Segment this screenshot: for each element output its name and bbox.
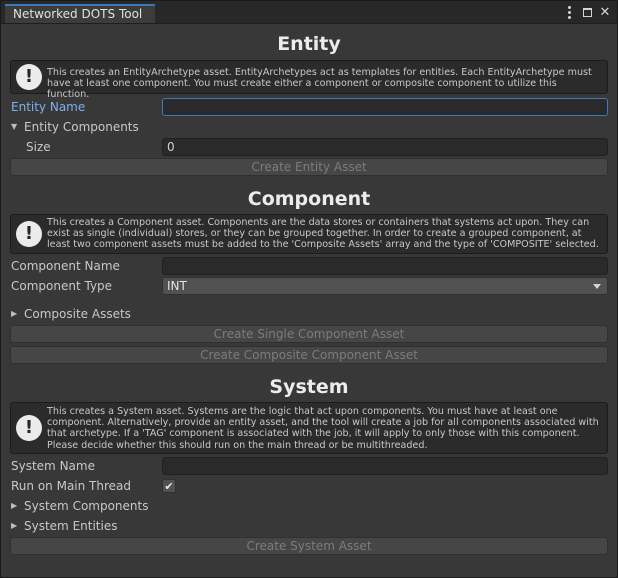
system-help-text: This creates a System asset. Systems are… [47,406,599,451]
foldout-collapsed-icon: ▶ [11,521,18,530]
entity-components-size-input[interactable]: 0 [162,138,608,156]
entity-name-label: Entity Name [11,100,86,114]
create-single-component-asset-button[interactable]: Create Single Component Asset [10,325,608,343]
foldout-expanded-icon: ▼ [11,122,18,131]
foldout-collapsed-icon: ▶ [11,501,18,510]
entity-heading: Entity [277,33,341,55]
create-composite-component-asset-button[interactable]: Create Composite Component Asset [10,346,608,364]
entity-help-text: This creates an EntityArchetype asset. E… [47,67,592,101]
component-type-value: INT [167,279,187,293]
component-name-label: Component Name [11,259,120,273]
system-name-label: System Name [11,459,95,473]
entity-components-foldout[interactable]: ▼ Entity Components [11,118,139,136]
tool-content: Entity ! This creates an EntityArchetype… [1,24,617,577]
close-icon[interactable]: ✕ [599,4,611,20]
foldout-collapsed-icon: ▶ [11,309,18,318]
run-on-main-thread-checkbox[interactable]: ✔ [162,479,176,493]
entity-components-size-label: Size [26,140,51,154]
composite-assets-label: Composite Assets [24,307,131,321]
run-on-main-thread-label: Run on Main Thread [11,479,132,493]
create-system-asset-button[interactable]: Create System Asset [10,537,608,555]
checkmark-icon: ✔ [164,479,174,493]
tab-networked-dots-tool[interactable]: Networked DOTS Tool [5,4,155,23]
component-type-dropdown[interactable]: INT [162,277,608,295]
system-heading: System [269,376,349,398]
entity-components-label: Entity Components [24,120,139,134]
warning-icon: ! [16,64,42,90]
system-components-foldout[interactable]: ▶ System Components [11,497,148,515]
system-name-input[interactable] [162,457,608,475]
window-controls: ✕ [563,4,611,20]
maximize-icon[interactable] [581,4,593,20]
component-name-input[interactable] [162,257,608,275]
kebab-menu-icon[interactable] [563,4,575,20]
warning-icon: ! [16,415,42,441]
warning-icon: ! [16,221,42,247]
component-type-label: Component Type [11,279,113,293]
system-entities-foldout[interactable]: ▶ System Entities [11,517,117,535]
component-heading: Component [247,188,371,210]
create-entity-asset-button[interactable]: Create Entity Asset [10,158,608,176]
component-help-box: ! This creates a Component asset. Compon… [10,214,608,254]
networked-dots-tool-window: Networked DOTS Tool ✕ Entity ! This crea… [0,0,618,578]
entity-help-box: ! This creates an EntityArchetype asset.… [10,60,608,100]
tab-bar: Networked DOTS Tool ✕ [1,1,617,24]
system-help-box: ! This creates a System asset. Systems a… [10,402,608,454]
system-entities-label: System Entities [24,519,118,533]
system-components-label: System Components [24,499,149,513]
entity-name-input[interactable] [162,98,608,116]
component-help-text: This creates a Component asset. Componen… [47,217,599,251]
composite-assets-foldout[interactable]: ▶ Composite Assets [11,305,131,323]
chevron-down-icon [593,284,601,289]
